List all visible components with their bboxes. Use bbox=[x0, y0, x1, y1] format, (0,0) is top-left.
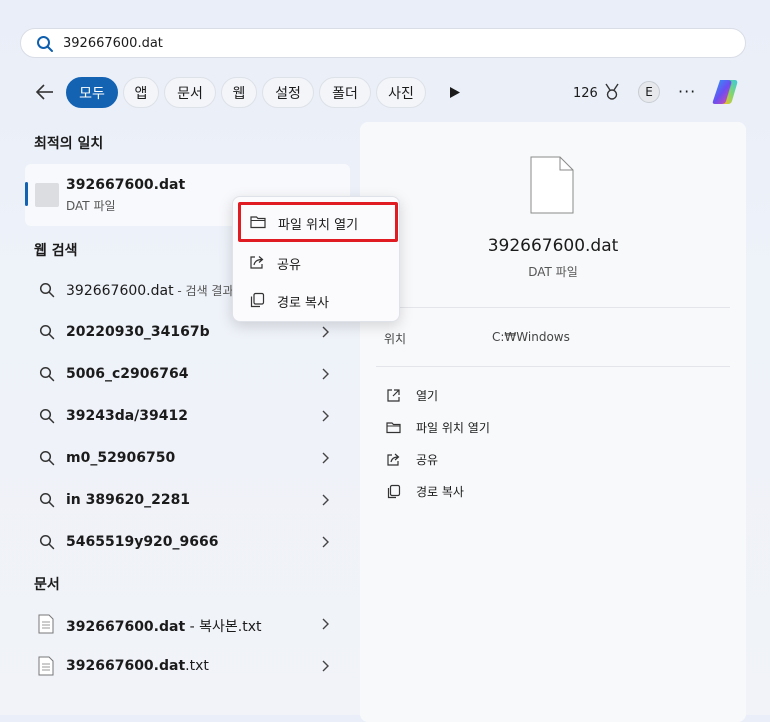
location-value: C:₩Windows bbox=[492, 330, 570, 344]
search-icon bbox=[39, 282, 55, 298]
share-icon bbox=[250, 256, 264, 269]
chevron-right-icon[interactable] bbox=[321, 326, 329, 338]
copy-icon bbox=[250, 292, 265, 308]
rewards-medal-icon[interactable] bbox=[604, 83, 620, 101]
search-icon bbox=[37, 36, 53, 52]
web-search-query: 5465519y920_9666 bbox=[66, 534, 219, 550]
context-copy-path[interactable]: 경로 복사 bbox=[239, 283, 393, 317]
web-search-row[interactable]: 5465519y920_9666 bbox=[25, 522, 350, 562]
web-search-query: 392667600.dat bbox=[66, 283, 174, 299]
user-avatar[interactable]: E bbox=[638, 81, 660, 103]
best-match-heading: 최적의 일치 bbox=[34, 136, 104, 152]
preview-file-type: DAT 파일 bbox=[528, 265, 578, 279]
search-input[interactable] bbox=[63, 33, 723, 53]
chevron-right-icon[interactable] bbox=[321, 536, 329, 548]
web-search-query: 39243da/39412 bbox=[66, 408, 188, 424]
chevron-right-icon[interactable] bbox=[321, 452, 329, 464]
web-search-query: 20220930_34167b bbox=[66, 324, 210, 340]
search-icon bbox=[39, 324, 55, 340]
search-icon bbox=[39, 408, 55, 424]
context-share[interactable]: 공유 bbox=[239, 245, 393, 279]
folder-icon bbox=[250, 216, 266, 229]
open-external-icon bbox=[387, 389, 400, 402]
filter-apps[interactable]: 앱 bbox=[123, 77, 159, 108]
web-search-row[interactable]: m0_52906750 bbox=[25, 438, 350, 478]
back-arrow-icon[interactable] bbox=[34, 82, 56, 102]
document-suffix: .txt bbox=[185, 658, 209, 674]
chevron-right-icon[interactable] bbox=[321, 494, 329, 506]
copy-path-label: 경로 복사 bbox=[416, 485, 464, 499]
open-label: 열기 bbox=[416, 389, 439, 403]
open-location-action[interactable]: 파일 위치 열기 bbox=[386, 419, 490, 436]
document-row[interactable]: 392667600.dat - 복사본.txt bbox=[25, 604, 350, 644]
search-icon bbox=[39, 450, 55, 466]
chevron-right-icon[interactable] bbox=[321, 618, 329, 630]
context-copy-path-label: 경로 복사 bbox=[277, 296, 329, 311]
document-name: 392667600.dat bbox=[66, 619, 186, 635]
dat-file-icon bbox=[35, 183, 59, 207]
web-search-query: m0_52906750 bbox=[66, 450, 176, 466]
best-match-name: 392667600.dat bbox=[66, 177, 186, 193]
copy-icon bbox=[387, 484, 401, 499]
search-bar[interactable] bbox=[20, 28, 746, 58]
share-icon bbox=[387, 453, 400, 466]
play-more-filters-icon[interactable] bbox=[449, 86, 461, 99]
location-label: 위치 bbox=[384, 332, 407, 346]
context-open-file-location-label: 파일 위치 열기 bbox=[278, 218, 359, 233]
chevron-right-icon[interactable] bbox=[321, 368, 329, 380]
large-file-icon bbox=[530, 156, 574, 214]
documents-heading: 문서 bbox=[34, 577, 60, 593]
web-search-heading: 웹 검색 bbox=[34, 243, 78, 259]
text-document-icon bbox=[38, 614, 54, 634]
text-document-icon bbox=[38, 656, 54, 676]
filter-all[interactable]: 모두 bbox=[66, 77, 118, 108]
document-row[interactable]: 392667600.dat.txt bbox=[25, 646, 350, 686]
divider bbox=[376, 366, 730, 367]
copy-path-action[interactable]: 경로 복사 bbox=[386, 483, 464, 500]
folder-icon bbox=[386, 422, 401, 434]
preview-panel: 392667600.dat DAT 파일 위치 C:₩Windows 열기 파일… bbox=[360, 122, 746, 722]
web-search-query: 5006_c2906764 bbox=[66, 366, 189, 382]
context-share-label: 공유 bbox=[277, 258, 301, 273]
filter-settings[interactable]: 설정 bbox=[262, 77, 314, 108]
web-search-row[interactable]: 39243da/39412 bbox=[25, 396, 350, 436]
context-open-file-location[interactable]: 파일 위치 열기 bbox=[238, 202, 398, 242]
share-label: 공유 bbox=[416, 453, 439, 467]
open-action[interactable]: 열기 bbox=[386, 387, 438, 404]
document-suffix: - 복사본.txt bbox=[185, 619, 262, 635]
web-search-query: in 389620_2281 bbox=[66, 492, 191, 508]
chevron-right-icon[interactable] bbox=[321, 410, 329, 422]
selection-indicator bbox=[25, 182, 28, 206]
filter-documents[interactable]: 문서 bbox=[164, 77, 216, 108]
search-icon bbox=[39, 366, 55, 382]
filter-web[interactable]: 웹 bbox=[221, 77, 257, 108]
search-icon bbox=[39, 534, 55, 550]
share-action[interactable]: 공유 bbox=[386, 451, 438, 468]
open-location-label: 파일 위치 열기 bbox=[416, 421, 490, 435]
search-icon bbox=[39, 492, 55, 508]
rewards-points: 126 bbox=[573, 86, 598, 101]
best-match-type: DAT 파일 bbox=[66, 199, 116, 213]
copilot-icon[interactable] bbox=[710, 76, 742, 108]
web-search-row[interactable]: 5006_c2906764 bbox=[25, 354, 350, 394]
filter-photos[interactable]: 사진 bbox=[376, 77, 426, 108]
context-menu: 파일 위치 열기 공유 경로 복사 bbox=[232, 196, 400, 322]
more-options-icon[interactable]: ··· bbox=[678, 82, 696, 101]
chevron-right-icon[interactable] bbox=[321, 660, 329, 672]
document-name: 392667600.dat bbox=[66, 658, 186, 674]
filter-folders[interactable]: 폴더 bbox=[319, 77, 371, 108]
divider bbox=[376, 307, 730, 308]
web-search-row[interactable]: in 389620_2281 bbox=[25, 480, 350, 520]
preview-file-name: 392667600.dat bbox=[487, 236, 619, 256]
